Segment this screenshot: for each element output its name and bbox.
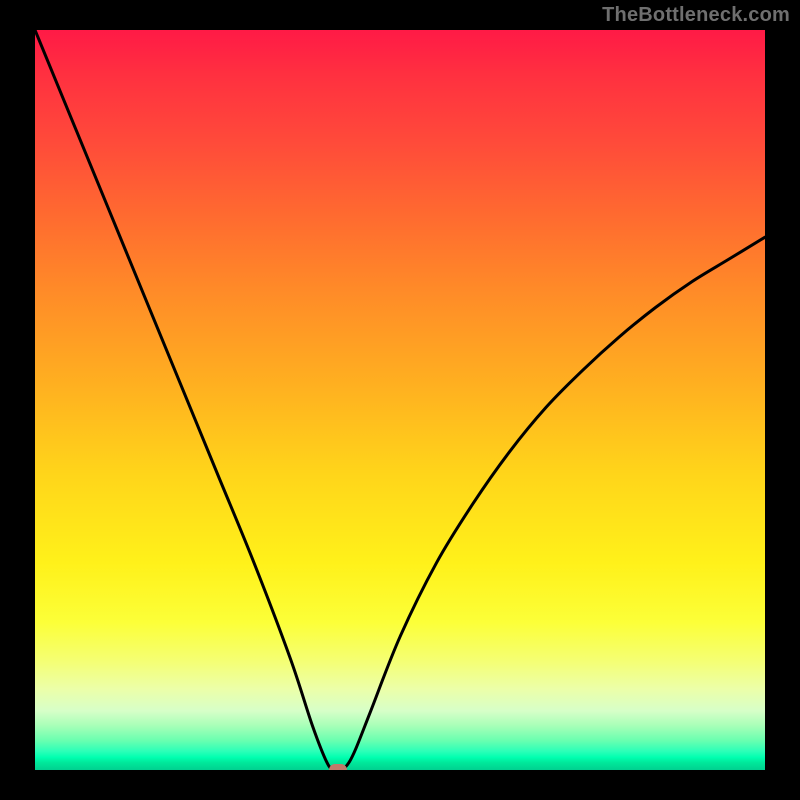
chart-frame: TheBottleneck.com [0,0,800,800]
bottleneck-curve [35,30,765,770]
optimum-marker [329,764,347,770]
curve-layer [35,30,765,770]
watermark-text: TheBottleneck.com [602,4,790,27]
plot-area [35,30,765,770]
